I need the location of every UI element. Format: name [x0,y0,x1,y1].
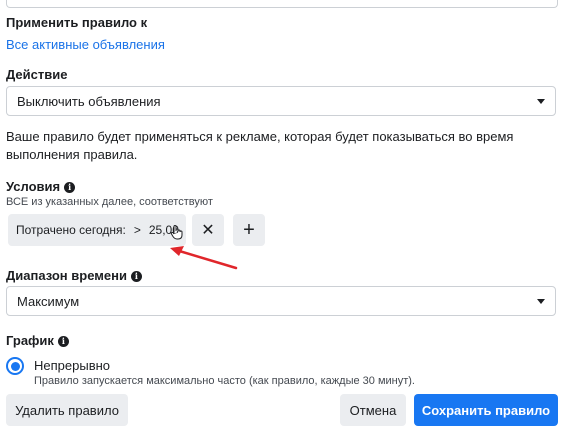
delete-rule-button[interactable]: Удалить правило [6,394,128,426]
schedule-option-hint: Правило запускается максимально часто (к… [34,375,415,387]
footer-bar: Удалить правило Отмена Сохранить правило [0,388,566,428]
schedule-option-label: Непрерывно [34,358,111,373]
save-rule-button[interactable]: Сохранить правило [414,394,558,426]
time-range-title-text: Диапазон времени [6,268,127,283]
schedule-title: График i [6,333,69,348]
time-range-title: Диапазон времени i [6,268,142,283]
time-range-select-value: Максимум [17,293,80,309]
schedule-continuous-radio[interactable] [6,357,24,375]
schedule-title-text: График [6,333,54,348]
info-icon[interactable]: i [57,335,69,347]
time-range-select[interactable]: Максимум [6,286,556,316]
radio-selected-dot [10,361,20,371]
cancel-button[interactable]: Отмена [340,394,406,426]
arrow-shaft [174,248,238,270]
info-icon[interactable]: i [130,270,142,282]
caret-down-icon [537,299,545,304]
